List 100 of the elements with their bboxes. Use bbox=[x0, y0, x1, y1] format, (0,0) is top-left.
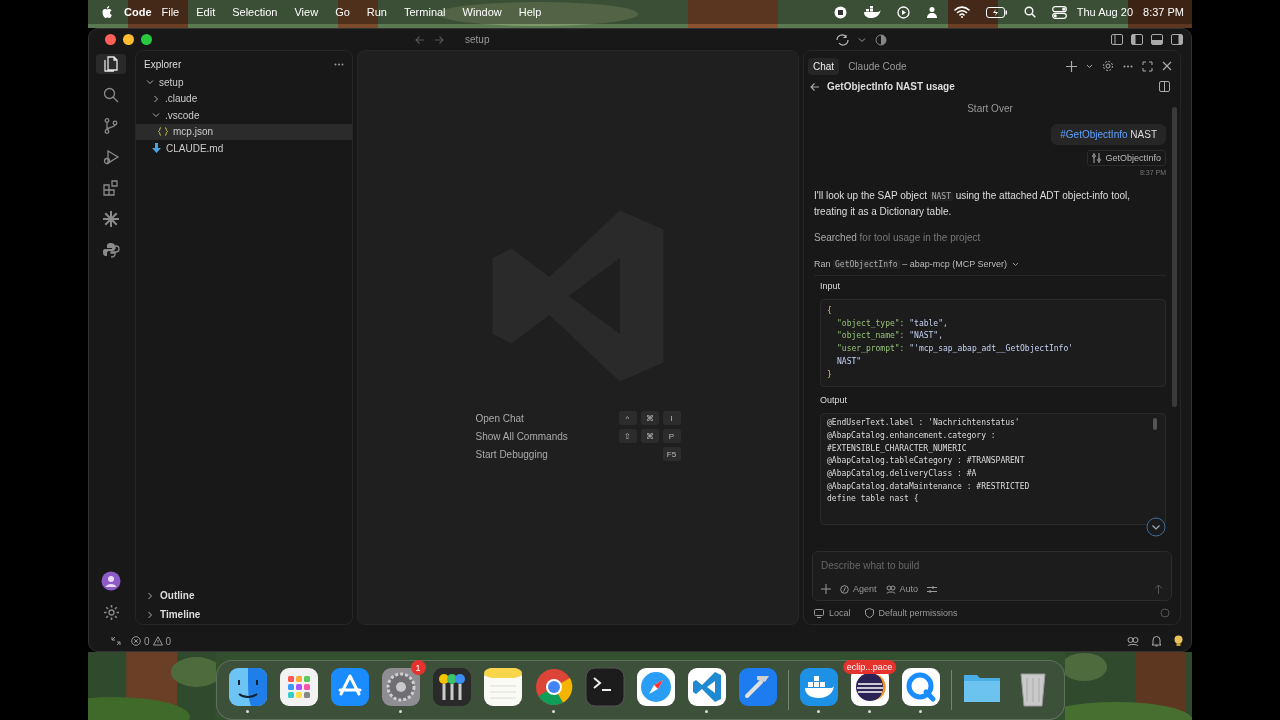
menu-item[interactable]: Selection bbox=[232, 6, 278, 18]
split-panel-icon[interactable] bbox=[1159, 81, 1170, 92]
mode-picker[interactable]: Agent bbox=[840, 584, 877, 594]
files-icon[interactable] bbox=[96, 54, 126, 74]
dot-grid-icon[interactable] bbox=[277, 666, 320, 708]
apple-icon[interactable] bbox=[102, 5, 113, 19]
zoom-button[interactable] bbox=[141, 34, 152, 45]
forward-arrow-icon[interactable] bbox=[434, 34, 444, 45]
ribbon-icon[interactable] bbox=[685, 666, 728, 708]
layout-icon[interactable] bbox=[1171, 34, 1183, 45]
plus-icon[interactable] bbox=[821, 584, 831, 594]
plus-icon[interactable] bbox=[1066, 60, 1077, 72]
caret-icon[interactable] bbox=[1086, 63, 1093, 69]
tree-item[interactable]: mcp.json bbox=[136, 123, 352, 140]
copilot-icon[interactable] bbox=[1127, 635, 1139, 647]
sliders-icon[interactable] bbox=[927, 584, 938, 594]
shortcut-label[interactable]: Open Chat bbox=[475, 412, 524, 424]
settings-icon[interactable] bbox=[1102, 60, 1114, 72]
search-icon[interactable] bbox=[1023, 6, 1036, 18]
menu-item[interactable]: Run bbox=[366, 6, 387, 18]
attachment-chip[interactable]: GetObjectInfo bbox=[1087, 150, 1166, 166]
person-icon[interactable] bbox=[925, 6, 938, 18]
tool-icon bbox=[1092, 153, 1102, 163]
section-header[interactable]: Timeline bbox=[136, 605, 352, 624]
chat-tab[interactable]: Chat bbox=[808, 57, 840, 75]
tree-item[interactable]: .vscode bbox=[136, 107, 352, 124]
down-arrow-icon bbox=[152, 143, 161, 154]
tree-item[interactable]: setup bbox=[136, 74, 352, 91]
shortcut-label[interactable]: Start Debugging bbox=[475, 448, 548, 460]
close-button[interactable] bbox=[105, 34, 116, 45]
tree-item[interactable]: .claude bbox=[136, 90, 352, 107]
key-cap: I bbox=[662, 411, 681, 425]
chat-loop-icon[interactable] bbox=[836, 33, 849, 46]
terminal-icon[interactable] bbox=[583, 666, 626, 708]
spinner-icon bbox=[1160, 608, 1170, 618]
shortcut-label[interactable]: Show All Commands bbox=[475, 430, 568, 442]
search-step[interactable]: Searched for tool usage in the project bbox=[814, 232, 1166, 243]
toggles-icon[interactable] bbox=[1051, 5, 1067, 19]
lightbulb-icon[interactable] bbox=[1174, 635, 1183, 647]
permissions-picker[interactable]: Default permissions bbox=[864, 608, 958, 618]
minimize-button[interactable] bbox=[123, 34, 134, 45]
remote-icon[interactable] bbox=[111, 636, 121, 646]
settings-icon[interactable] bbox=[102, 604, 120, 621]
bell-icon[interactable] bbox=[1151, 635, 1162, 647]
command-center[interactable]: setup bbox=[453, 31, 825, 48]
caret-icon[interactable] bbox=[1012, 261, 1019, 267]
key-cap: ⌘ bbox=[640, 429, 659, 443]
play-circle-icon[interactable] bbox=[896, 5, 910, 19]
section-label: Output bbox=[820, 395, 849, 406]
section-header[interactable]: Outline bbox=[136, 586, 352, 605]
menu-item[interactable]: Terminal bbox=[404, 6, 446, 18]
close-icon[interactable] bbox=[1162, 61, 1172, 71]
layout-icon[interactable] bbox=[1111, 34, 1123, 45]
keys-icon[interactable] bbox=[430, 666, 473, 708]
whale-icon[interactable] bbox=[797, 666, 840, 708]
menu-item[interactable]: Go bbox=[335, 6, 350, 18]
maximize-icon[interactable] bbox=[1142, 60, 1153, 72]
wifi-icon[interactable] bbox=[953, 6, 970, 18]
menu-item[interactable]: Help bbox=[518, 6, 542, 18]
chevron-icon[interactable] bbox=[146, 591, 154, 600]
prompt-field[interactable]: Describe what to build bbox=[821, 558, 1163, 572]
scroll-down-button[interactable] bbox=[1146, 517, 1166, 537]
shield-icon bbox=[864, 608, 874, 618]
more-icon[interactable] bbox=[1123, 64, 1133, 68]
problems-indicator[interactable]: 0 0 bbox=[131, 635, 172, 647]
more-icon[interactable] bbox=[334, 63, 344, 66]
whale-icon[interactable] bbox=[862, 5, 881, 19]
menu-item[interactable]: Window bbox=[462, 6, 502, 18]
battery-icon[interactable] bbox=[985, 6, 1008, 18]
start-over-link[interactable]: Start Over bbox=[967, 103, 1013, 114]
people-icon bbox=[885, 584, 896, 594]
avatar-icon[interactable] bbox=[101, 571, 121, 591]
location-picker[interactable]: Local bbox=[814, 608, 851, 618]
layout-icon[interactable] bbox=[1151, 34, 1163, 45]
tree-item[interactable]: CLAUDE.md bbox=[136, 140, 352, 157]
model-picker[interactable]: Auto bbox=[885, 584, 919, 594]
gear-icon[interactable] bbox=[379, 666, 422, 708]
back-arrow-icon[interactable] bbox=[810, 81, 820, 92]
chat-tab[interactable]: Claude Code bbox=[843, 57, 912, 75]
half-circle-icon[interactable] bbox=[875, 33, 887, 46]
pencil-tile-icon[interactable] bbox=[328, 666, 371, 708]
split-face-tile-icon[interactable] bbox=[226, 666, 269, 708]
compass-icon[interactable] bbox=[634, 666, 677, 708]
notepad-icon[interactable] bbox=[481, 666, 524, 708]
monitor-icon bbox=[814, 608, 824, 618]
stop-icon[interactable] bbox=[833, 5, 847, 19]
menu-item[interactable]: File bbox=[161, 6, 180, 18]
section-title[interactable]: Timeline bbox=[160, 609, 201, 620]
menu-item[interactable]: View bbox=[294, 6, 319, 18]
tool-run-step[interactable]: Ran GetObjectInfo – abap-mcp (MCP Server) bbox=[814, 259, 1007, 269]
section-title[interactable]: Outline bbox=[160, 590, 195, 601]
menu-item[interactable]: Edit bbox=[196, 6, 216, 18]
app-menu[interactable]: Code bbox=[124, 6, 152, 18]
date-text[interactable]: Thu Aug 20 bbox=[1076, 6, 1134, 18]
hammer-icon[interactable] bbox=[736, 666, 779, 708]
magnifier-ring-icon[interactable] bbox=[899, 666, 942, 708]
chat-input[interactable]: Describe what to build Agent Auto bbox=[812, 551, 1172, 601]
layout-icon[interactable] bbox=[1131, 34, 1143, 45]
chevron-icon[interactable] bbox=[146, 610, 154, 619]
app-tooltip: eclip...pace bbox=[842, 660, 897, 674]
